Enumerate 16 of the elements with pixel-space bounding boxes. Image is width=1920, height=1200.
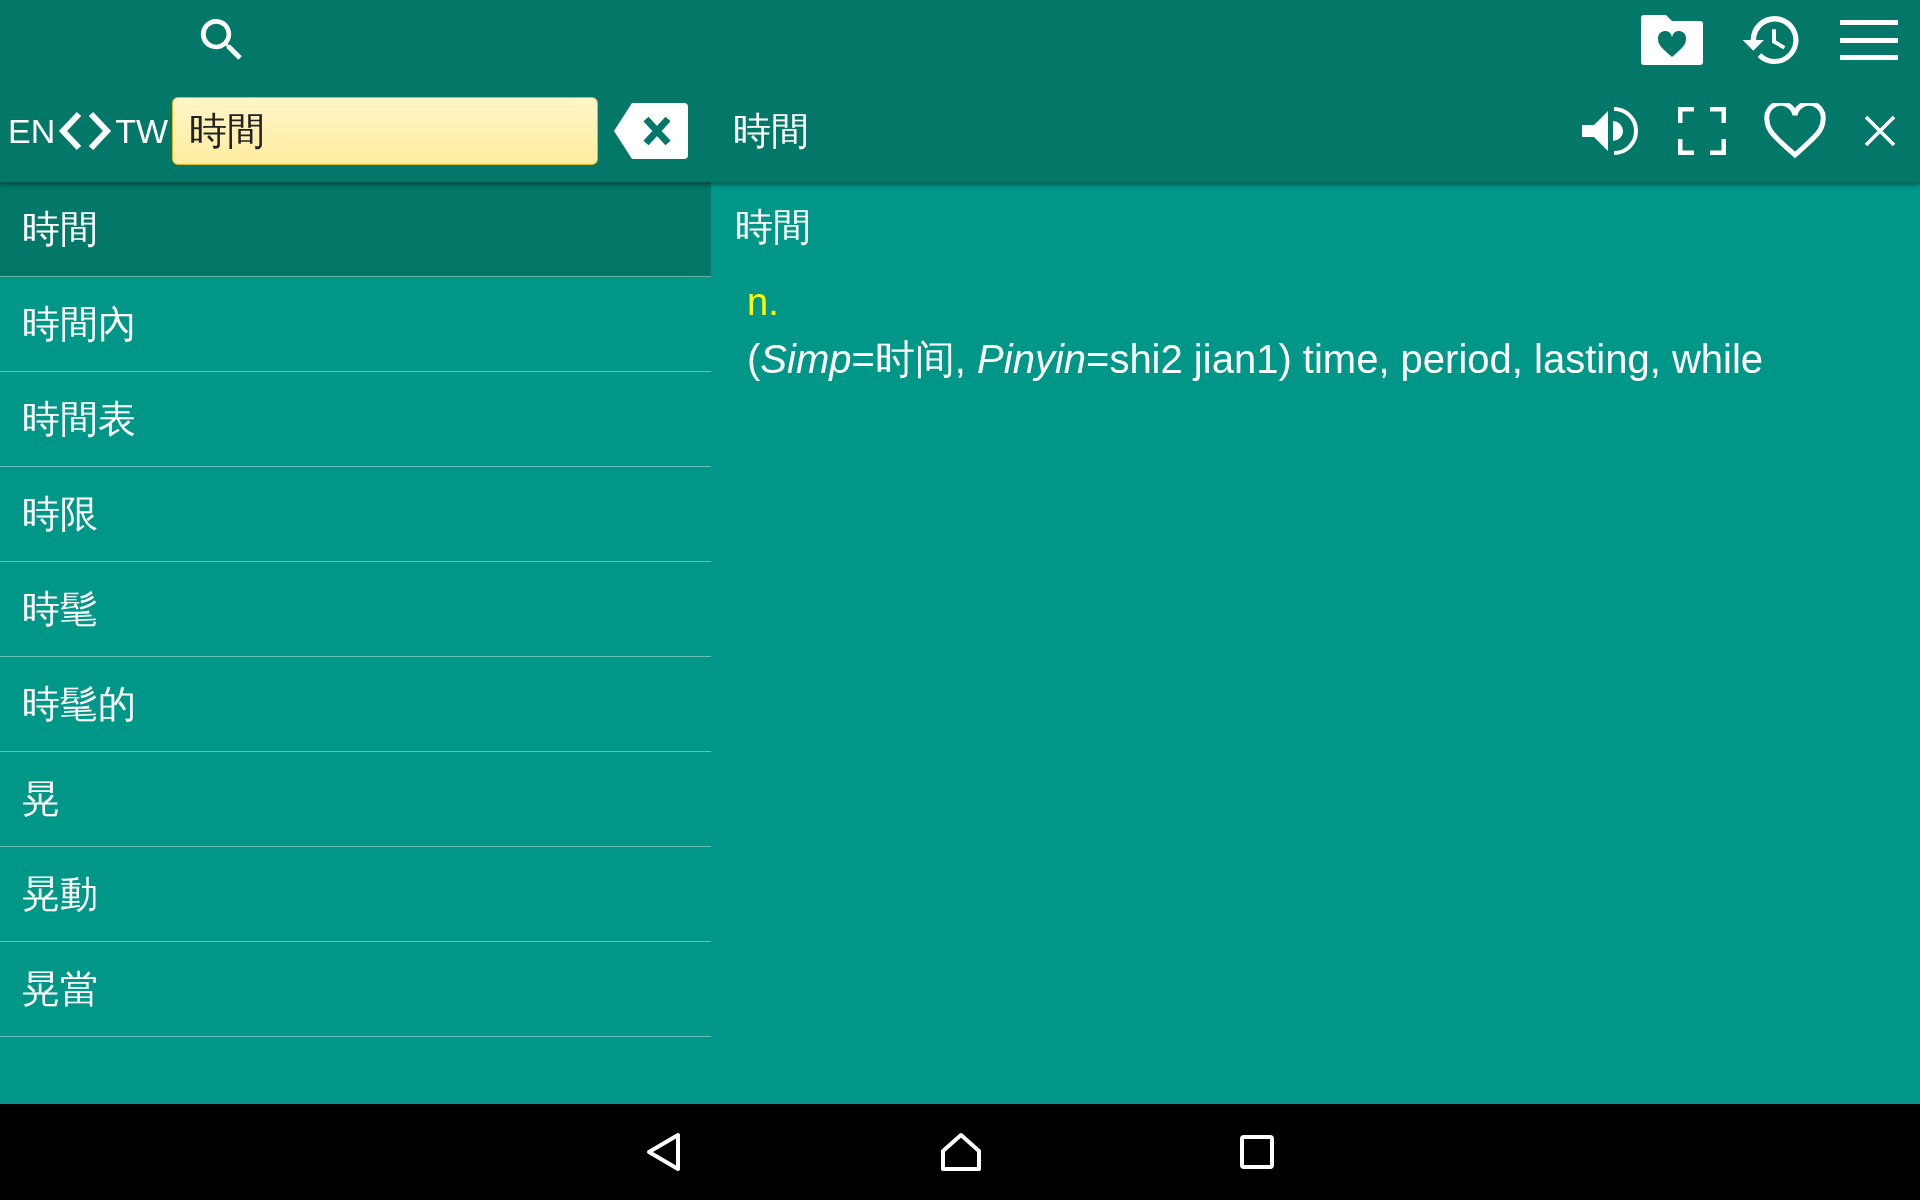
entry-title: 時間 — [733, 107, 809, 155]
part-of-speech: n. — [746, 281, 780, 324]
word-list-item[interactable]: 晃動 — [0, 847, 711, 942]
word-list-item[interactable]: 晃當 — [0, 942, 711, 1037]
target-language: TW — [115, 111, 169, 151]
word-list-item[interactable]: 時間內 — [0, 277, 711, 372]
word-list-item[interactable]: 時限 — [0, 467, 711, 562]
word-list-item[interactable]: 時間 — [0, 182, 711, 277]
word-list-item[interactable]: 時髦的 — [0, 657, 711, 752]
definition-text: (Simp=时间, Pinyin=shi2 jian1) time, period, lasting, while — [746, 336, 1765, 383]
word-list-item[interactable]: 時間表 — [0, 372, 711, 467]
source-language: EN — [8, 111, 56, 151]
search-field[interactable]: 時間 — [172, 97, 599, 165]
entry-headword: 時間 — [735, 204, 812, 251]
word-list-item[interactable]: 時髦 — [0, 562, 711, 657]
word-list-item[interactable]: 晃 — [0, 752, 711, 847]
